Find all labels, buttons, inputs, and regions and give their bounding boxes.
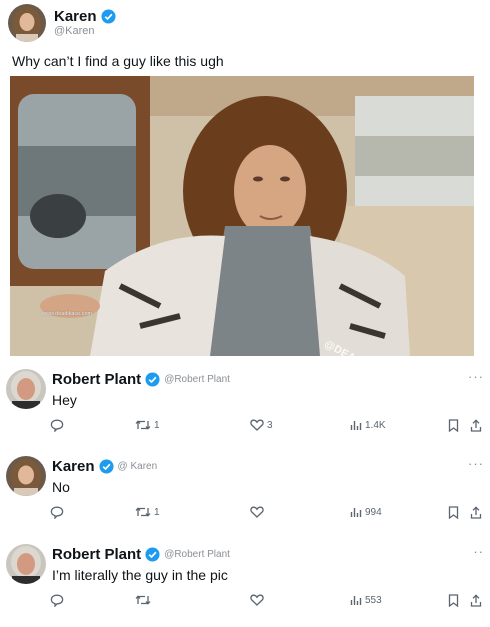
woman-avatar-icon [6, 456, 46, 496]
woman-avatar-icon [8, 4, 46, 42]
retweet-count: 1 [154, 506, 160, 518]
views-count: 994 [365, 506, 382, 518]
reply-author-name[interactable]: Karen [52, 458, 95, 475]
reply-actions: 553 [0, 594, 490, 610]
reply-author-handle[interactable]: @Robert Plant [164, 374, 230, 385]
reply-author-name[interactable]: Robert Plant [52, 546, 141, 563]
share-button[interactable] [470, 419, 482, 432]
reply-author-handle[interactable]: @Robert Plant [164, 549, 230, 560]
karen-avatar[interactable] [8, 4, 46, 42]
views-button[interactable]: 1.4K [350, 419, 386, 431]
retweet-button[interactable] [135, 594, 154, 606]
bookmark-button[interactable] [448, 419, 459, 432]
reply-author-handle[interactable]: @ Karen [118, 461, 158, 472]
post-author-name[interactable]: Karen [54, 8, 97, 26]
comment-button[interactable] [50, 506, 64, 519]
comment-icon [50, 594, 64, 607]
views-button[interactable]: 553 [350, 594, 382, 606]
comment-button[interactable] [50, 594, 64, 607]
post-header: Karen @Karen [8, 4, 116, 42]
bookmark-icon [448, 506, 459, 519]
views-chart-icon [350, 596, 362, 605]
like-button[interactable]: 3 [250, 419, 273, 431]
bookmark-icon [448, 594, 459, 607]
verified-badge-icon [145, 372, 160, 387]
share-button[interactable] [470, 506, 482, 519]
bookmark-button[interactable] [448, 594, 459, 607]
karen-avatar[interactable] [6, 456, 46, 496]
retweet-button[interactable]: 1 [135, 419, 160, 431]
share-icon [470, 419, 482, 432]
reply-actions: 1 3 1.4K [0, 419, 490, 435]
views-chart-icon [350, 508, 362, 517]
heart-icon [250, 506, 264, 518]
more-options-button[interactable]: ··· [468, 369, 484, 384]
like-button[interactable] [250, 506, 267, 518]
share-icon [470, 506, 482, 519]
older-man-avatar-icon [6, 369, 46, 409]
views-button[interactable]: 994 [350, 506, 382, 518]
share-icon [470, 594, 482, 607]
verified-badge-icon [99, 459, 114, 474]
older-man-avatar-icon [6, 544, 46, 584]
post-image[interactable]: www.deadikace.com @DEADIKACE [10, 76, 474, 356]
reply-actions: 1 994 [0, 506, 490, 522]
robert-plant-avatar[interactable] [6, 544, 46, 584]
retweet-icon [135, 507, 151, 517]
retweet-count: 1 [154, 419, 160, 431]
heart-icon [250, 419, 264, 431]
post-author-handle[interactable]: @Karen [54, 25, 116, 37]
views-chart-icon [350, 421, 362, 430]
post-text: Why can’t I find a guy like this ugh [12, 53, 224, 69]
reply-author-name[interactable]: Robert Plant [52, 371, 141, 388]
share-button[interactable] [470, 594, 482, 607]
comment-icon [50, 419, 64, 432]
like-count: 3 [267, 419, 273, 431]
heart-icon [250, 594, 264, 606]
more-options-button[interactable]: ·· [473, 544, 484, 559]
like-button[interactable] [250, 594, 267, 606]
views-count: 553 [365, 594, 382, 606]
bookmark-button[interactable] [448, 506, 459, 519]
retweet-icon [135, 595, 151, 605]
reply-text: No [52, 479, 70, 495]
comment-icon [50, 506, 64, 519]
watermark-url: www.deadikace.com [42, 311, 93, 317]
reply-text: I’m literally the guy in the pic [52, 567, 228, 583]
reply-text: Hey [52, 392, 77, 408]
more-options-button[interactable]: ··· [468, 456, 484, 471]
retweet-button[interactable]: 1 [135, 506, 160, 518]
robert-plant-avatar[interactable] [6, 369, 46, 409]
comment-button[interactable] [50, 419, 64, 432]
verified-badge-icon [101, 9, 116, 24]
retweet-icon [135, 420, 151, 430]
verified-badge-icon [145, 547, 160, 562]
bookmark-icon [448, 419, 459, 432]
views-count: 1.4K [365, 419, 386, 431]
